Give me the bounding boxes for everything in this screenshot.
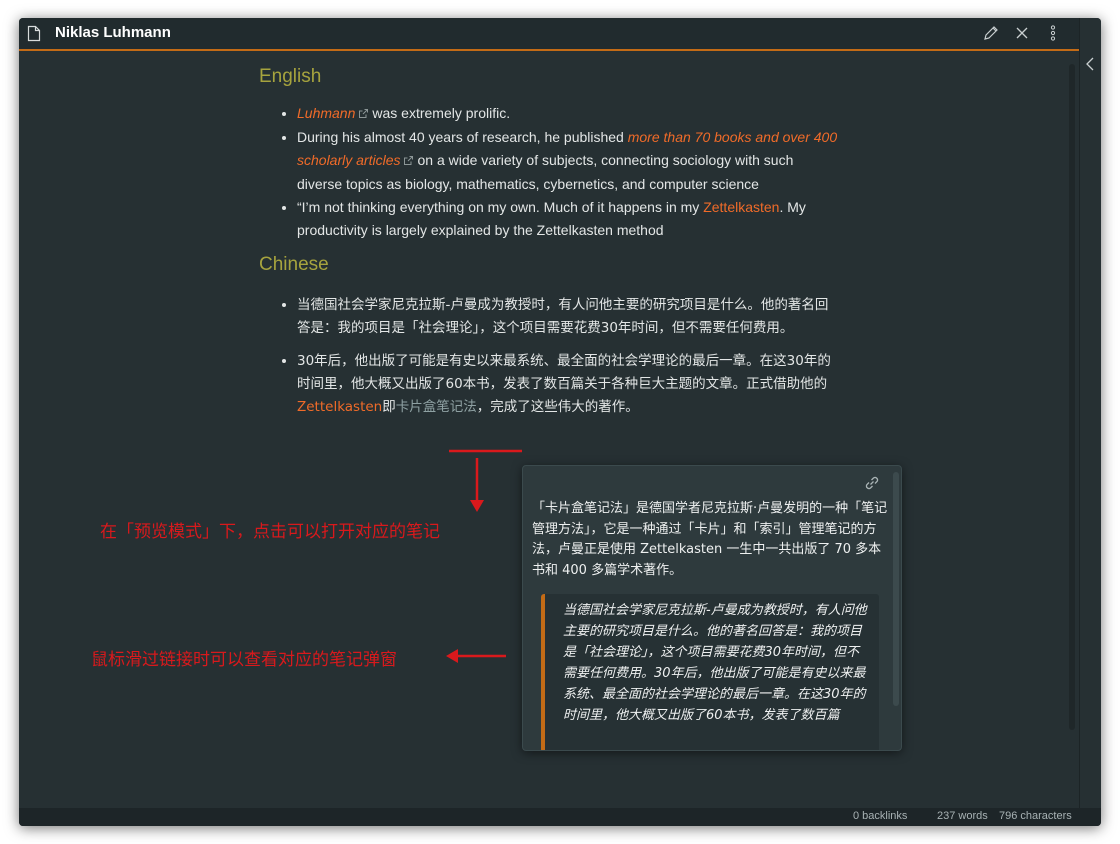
popover-paragraph: 「卡片盒笔记法」是德国学者尼克拉斯·卢曼发明的一种「笔记管理方法」，它是一种通过…	[532, 501, 888, 578]
note-window: Niklas Luhmann English Luhmannwas extrem…	[19, 18, 1101, 826]
editor-scrollbar[interactable]	[1069, 64, 1075, 730]
popover-quote: 当德国社会学家尼克拉斯-卢曼成为教授时，有人问他主要的研究项目是什么。他的著名回…	[541, 594, 879, 750]
link-preview-popover[interactable]: 「卡片盒笔记法」是德国学者尼克拉斯·卢曼发明的一种「笔记管理方法」，它是一种通过…	[522, 465, 902, 751]
list-item: Luhmannwas extremely prolific.	[297, 102, 839, 126]
annotation-hover-hint: 鼠标滑过链接时可以查看对应的笔记弹窗	[91, 650, 397, 670]
heading-chinese: Chinese	[259, 254, 329, 275]
internal-link-zettelkasten[interactable]: Zettelkasten	[703, 199, 779, 215]
note-content: English Luhmannwas extremely prolific. D…	[259, 62, 839, 429]
annotation-click-hint: 在「预览模式」下，点击可以打开对应的笔记	[100, 522, 440, 542]
document-icon	[27, 25, 41, 46]
character-count: 796 characters	[999, 810, 1072, 822]
backlinks-count[interactable]: 0 backlinks	[853, 810, 907, 822]
more-vertical-icon[interactable]	[1044, 24, 1062, 46]
english-list: Luhmannwas extremely prolific. During hi…	[259, 102, 839, 242]
list-item: During his almost 40 years of research, …	[297, 126, 839, 196]
status-bar: 0 backlinks 237 words 796 characters	[19, 808, 1101, 826]
note-title: Niklas Luhmann	[55, 24, 171, 41]
external-link-icon	[358, 103, 369, 126]
list-item: 30年后，他出版了可能是有史以来最系统、最全面的社会学理论的最后一章。在这30年…	[297, 350, 839, 419]
pencil-icon[interactable]	[982, 24, 1000, 46]
internal-link-card-box-method[interactable]: 卡片盒笔记法	[396, 399, 477, 415]
list-item: 当德国社会学家尼克拉斯-卢曼成为教授时，有人问他主要的研究项目是什么。他的著名回…	[297, 294, 839, 340]
external-link-icon	[403, 150, 414, 173]
link-icon[interactable]	[863, 474, 881, 496]
title-bar: Niklas Luhmann	[19, 18, 1079, 51]
heading-english: English	[259, 66, 322, 87]
word-count: 237 words	[937, 810, 988, 822]
popover-scrollbar[interactable]	[893, 472, 899, 706]
chevron-left-icon[interactable]	[1085, 56, 1095, 76]
external-link-luhmann[interactable]: Luhmann	[297, 105, 355, 121]
list-item: “I’m not thinking everything on my own. …	[297, 196, 839, 242]
right-sidebar-toggle-strip	[1079, 18, 1101, 808]
close-icon[interactable]	[1013, 24, 1031, 46]
chinese-list: 当德国社会学家尼克拉斯-卢曼成为教授时，有人问他主要的研究项目是什么。他的著名回…	[259, 294, 839, 419]
internal-link-zettelkasten-zh[interactable]: Zettelkasten	[297, 399, 382, 415]
